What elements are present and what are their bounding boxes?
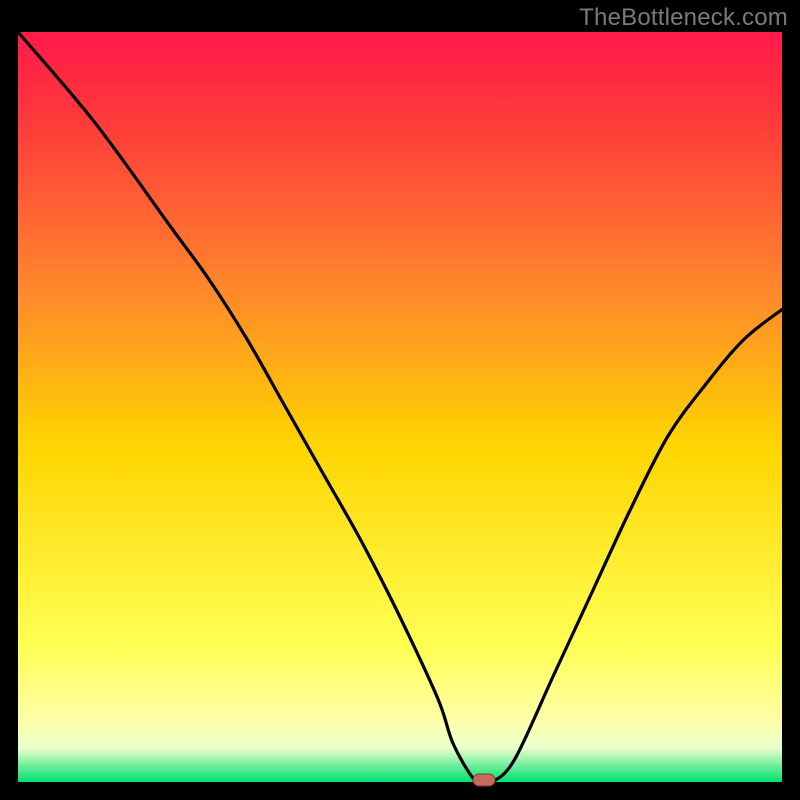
optimum-marker [473, 774, 495, 786]
bottleneck-chart [0, 0, 800, 800]
chart-stage: TheBottleneck.com [0, 0, 800, 800]
watermark-text: TheBottleneck.com [579, 4, 788, 32]
plot-background [18, 32, 782, 782]
